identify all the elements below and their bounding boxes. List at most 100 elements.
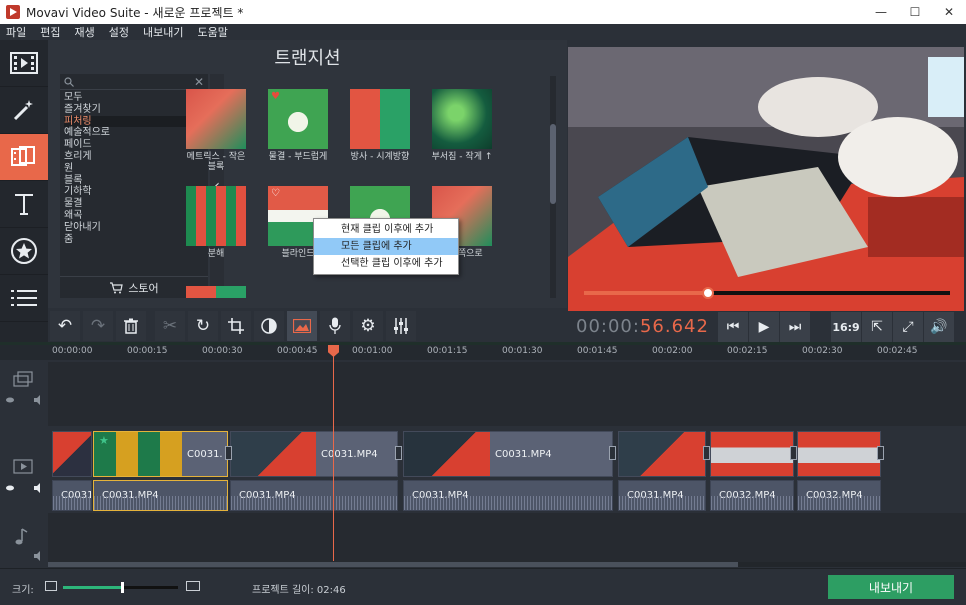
video-clip[interactable] [710, 431, 794, 477]
aspect-ratio-button[interactable]: 16:9 [831, 312, 861, 342]
category-item[interactable]: 줌 [64, 234, 204, 246]
category-item[interactable]: 페이드 [64, 139, 204, 151]
menu-settings[interactable]: 설정 [109, 24, 129, 40]
import-media-button[interactable] [0, 40, 48, 87]
rotate-button[interactable]: ↻ [188, 311, 218, 341]
video-preview[interactable] [568, 47, 964, 311]
color-adjust-button[interactable] [254, 311, 284, 341]
crop-button[interactable] [221, 311, 251, 341]
next-frame-button[interactable]: ⏭ [780, 312, 810, 342]
zoom-out-icon[interactable] [45, 581, 57, 591]
transition-marker[interactable] [609, 446, 616, 460]
transition-marker[interactable] [703, 446, 710, 460]
category-item[interactable]: 원 [64, 163, 204, 175]
menu-add-after-selected-clip[interactable]: 선택한 클립 이후에 추가 [314, 255, 458, 272]
favorite-heart-icon[interactable]: ♡ [271, 188, 280, 199]
category-item[interactable]: 모두 [64, 92, 204, 104]
video-clip[interactable] [52, 431, 92, 477]
transition-marker[interactable] [395, 446, 402, 460]
video-clip[interactable] [618, 431, 706, 477]
audio-clip[interactable]: C0031 [52, 480, 92, 511]
transition-tile[interactable]: 분해 [185, 186, 247, 259]
menu-playback[interactable]: 재생 [75, 24, 95, 40]
video-clip[interactable]: C0031.MP4 [230, 431, 398, 477]
zoom-slider-handle[interactable] [120, 582, 124, 593]
category-item-selected[interactable]: 피처링 [64, 115, 204, 128]
transition-marker[interactable] [877, 446, 884, 460]
scrollbar-thumb[interactable] [48, 562, 738, 567]
category-item[interactable]: 블록 [64, 175, 204, 187]
favorite-heart-icon[interactable]: ♥ [271, 91, 280, 102]
transition-marker[interactable] [790, 446, 797, 460]
transition-tile[interactable]: 메트릭스 - 작은 블록 [185, 89, 247, 172]
audio-clip[interactable]: C0031.MP4 [230, 480, 398, 511]
filters-button[interactable] [0, 87, 48, 134]
scrollbar-thumb[interactable] [550, 124, 556, 204]
close-button[interactable]: ✕ [932, 0, 966, 24]
music-track[interactable] [48, 513, 966, 565]
video-clip[interactable] [797, 431, 881, 477]
category-item[interactable]: 흐리게 [64, 151, 204, 163]
minimize-button[interactable]: — [864, 0, 898, 24]
audio-clip[interactable]: C0032.MP4 [797, 480, 881, 511]
audio-clip[interactable]: C0031.MP4 [403, 480, 613, 511]
menu-add-after-current-clip[interactable]: 현재 클립 이후에 추가 [314, 221, 458, 238]
category-search[interactable]: ✕ [60, 74, 208, 90]
record-audio-button[interactable] [320, 311, 350, 341]
video-clip[interactable]: C0031.MP4 [403, 431, 613, 477]
menu-file[interactable]: 파일 [6, 24, 26, 40]
category-item[interactable]: 물결 [64, 198, 204, 210]
fullscreen-button[interactable]: ⤢ [893, 312, 923, 342]
transition-tile[interactable]: 부서짐 - 작게 ↑ [431, 89, 493, 162]
export-button[interactable]: 내보내기 [828, 575, 954, 599]
timeline-scrollbar[interactable] [48, 562, 966, 567]
video-clip-selected[interactable]: ★ C0031. [93, 431, 228, 477]
transition-thumbnail [186, 186, 246, 246]
audio-clip[interactable]: C0031.MP4 [618, 480, 706, 511]
more-tools-button[interactable] [0, 275, 48, 322]
skip-forward-icon: ⏭ [788, 319, 802, 335]
menu-add-to-all-clips[interactable]: 모든 클립에 추가 [314, 238, 458, 255]
category-item[interactable]: 즐겨찾기 [64, 104, 204, 116]
undo-button[interactable]: ↶ [50, 311, 80, 341]
transition-tile-partial[interactable] [185, 286, 247, 298]
transition-thumbnail [186, 286, 246, 298]
transition-tile[interactable]: ♥ 물결 - 부드럽게 [267, 89, 329, 162]
timeline-ruler[interactable]: 00:00:00 00:00:15 00:00:30 00:00:45 00:0… [0, 345, 966, 360]
window-controls: — ☐ ✕ [864, 0, 966, 24]
menu-bar: 파일 편집 재생 설정 내보내기 도움말 [0, 24, 966, 40]
clip-settings-button[interactable]: ⚙ [353, 311, 383, 341]
menu-export[interactable]: 내보내기 [143, 24, 183, 40]
titles-button[interactable] [0, 181, 48, 228]
cut-button[interactable]: ✂ [155, 311, 185, 341]
maximize-button[interactable]: ☐ [898, 0, 932, 24]
audio-waveform [619, 496, 705, 510]
category-item[interactable]: 기하학 [64, 186, 204, 198]
zoom-in-icon[interactable] [186, 581, 200, 591]
delete-button[interactable] [116, 311, 146, 341]
menu-edit[interactable]: 편집 [40, 24, 60, 40]
transition-marker[interactable] [225, 446, 232, 460]
preview-seekbar[interactable] [584, 287, 950, 299]
zoom-slider[interactable] [63, 582, 178, 593]
detach-player-button[interactable]: ⇱ [862, 312, 892, 342]
stickers-button[interactable] [0, 228, 48, 275]
clip-name: C0031.MP4 [321, 449, 378, 460]
tiles-scrollbar[interactable] [550, 76, 556, 298]
category-item[interactable]: 왜곡 [64, 210, 204, 222]
pan-zoom-button[interactable] [287, 311, 317, 341]
transition-tile[interactable]: 방사 - 시계방향 [349, 89, 411, 162]
volume-button[interactable]: 🔊 [924, 312, 954, 342]
overlay-track[interactable] [48, 362, 966, 426]
audio-clip-selected[interactable]: C0031.MP4 [93, 480, 228, 511]
redo-button[interactable]: ↷ [83, 311, 113, 341]
play-button[interactable]: ▶ [749, 312, 779, 342]
category-item[interactable]: 닫아내기 [64, 222, 204, 234]
category-item[interactable]: 예술적으로 [64, 127, 204, 139]
menu-help[interactable]: 도움말 [197, 24, 227, 40]
equalizer-button[interactable] [386, 311, 416, 341]
previous-frame-button[interactable]: ⏮ [718, 312, 748, 342]
clear-search-button[interactable]: ✕ [194, 75, 204, 89]
transitions-button[interactable] [0, 134, 48, 181]
audio-clip[interactable]: C0032.MP4 [710, 480, 794, 511]
